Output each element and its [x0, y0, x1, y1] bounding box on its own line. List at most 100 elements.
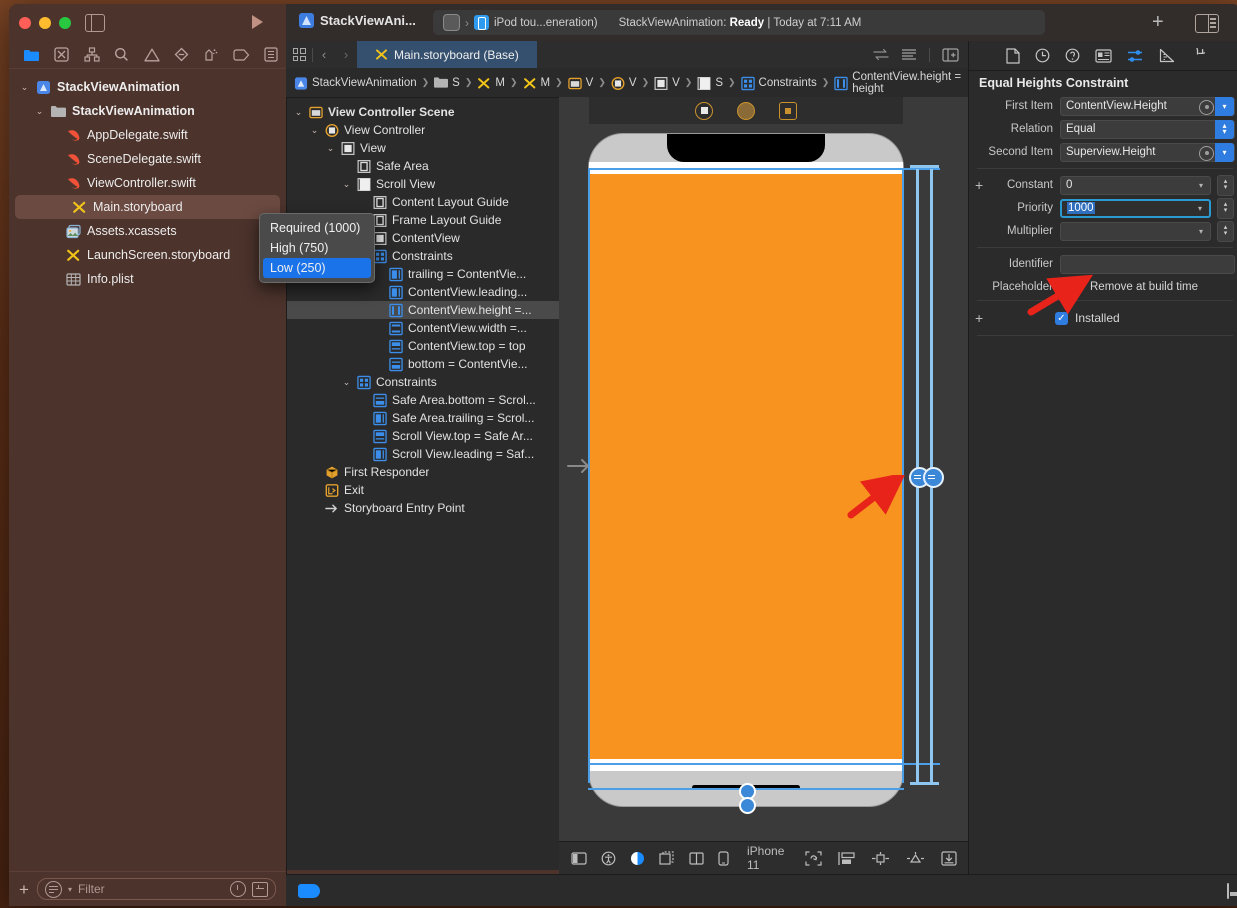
add-variation-button[interactable]: +	[975, 178, 983, 192]
navigator-tab-debug[interactable]	[196, 43, 226, 67]
resize-handle-bottom[interactable]	[739, 797, 756, 814]
breadcrumb-item-2[interactable]: M	[477, 76, 505, 90]
maximize-window-button[interactable]	[59, 17, 71, 29]
nav-item-stackviewanimation[interactable]: ⌄ StackViewAnimation	[9, 99, 286, 123]
constraint-badge-b[interactable]	[923, 467, 944, 488]
source-control-filter-icon[interactable]	[252, 881, 268, 897]
add-installed-variation-button[interactable]: +	[975, 310, 983, 326]
navigator-tab-issues[interactable]	[137, 43, 167, 67]
outline-item-safe-area[interactable]: Safe Area	[287, 157, 559, 175]
identity-inspector-icon[interactable]	[1094, 48, 1112, 63]
nav-item-main-storyboard[interactable]: Main.storyboard	[15, 195, 280, 219]
minimize-window-button[interactable]	[39, 17, 51, 29]
quick-help-inspector-icon[interactable]	[1065, 48, 1080, 63]
resolve-auto-layout-issues-icon[interactable]	[941, 850, 957, 866]
navigate-back-button[interactable]: ‹	[313, 47, 335, 62]
storyboard-canvas[interactable]: iPhone 11	[559, 97, 969, 874]
nav-item-stackviewanimation[interactable]: ⌄ StackViewAnimation	[9, 75, 286, 99]
align-icon[interactable]	[871, 851, 890, 866]
device-name-label[interactable]: iPhone 11	[747, 844, 791, 872]
add-editor-on-right-icon[interactable]	[942, 47, 959, 62]
attributes-inspector-icon[interactable]	[1127, 49, 1144, 63]
content-view-orange[interactable]	[589, 174, 903, 759]
disclosure-triangle-icon[interactable]: ⌄	[341, 179, 352, 190]
view-controller-dock-icon[interactable]	[695, 101, 713, 120]
placeholder-checkbox[interactable]	[1062, 279, 1077, 295]
outline-item-view-controller[interactable]: ⌄ View Controller	[287, 121, 559, 139]
outline-item-content-layout-guide[interactable]: Content Layout Guide	[287, 193, 559, 211]
disclosure-triangle-icon[interactable]: ⌄	[309, 125, 320, 136]
chevron-down-icon[interactable]: ▾	[1215, 142, 1234, 162]
outline-item-first-responder[interactable]: First Responder	[287, 463, 559, 481]
breadcrumb-item-4[interactable]: V	[567, 76, 593, 90]
first-item-popup[interactable]: ContentView.Height ▾	[1060, 96, 1235, 116]
device-preview-iphone-11[interactable]	[589, 134, 903, 806]
chevron-down-icon[interactable]: ▾	[1199, 227, 1203, 236]
priority-dropdown-menu[interactable]: Required (1000) High (750) Low (250)	[259, 213, 375, 283]
nav-item-launchscreen-storyboard[interactable]: LaunchScreen.storyboard	[9, 243, 286, 267]
installed-checkbox[interactable]: ✓	[1055, 311, 1068, 325]
outline-item-scroll-view-top-safe-ar-[interactable]: Scroll View.top = Safe Ar...	[287, 427, 559, 445]
second-item-detail-icon[interactable]	[1199, 145, 1214, 161]
second-item-popup[interactable]: Superview.Height ▾	[1060, 142, 1235, 162]
project-navigator-tree[interactable]: ⌄ StackViewAnimation ⌄ StackViewAnimation Ap…	[9, 69, 286, 872]
navigator-tab-source-control[interactable]	[47, 43, 77, 67]
constant-field[interactable]: 0 ▾	[1060, 175, 1211, 195]
multiplier-field[interactable]: ▾	[1060, 221, 1211, 241]
nav-item-viewcontroller-swift[interactable]: ViewController.swift	[9, 171, 286, 195]
toggle-document-outline-icon[interactable]	[571, 851, 587, 865]
accessibility-inspector-icon[interactable]	[601, 851, 616, 866]
outline-item-contentview-height-[interactable]: ContentView.height =...	[287, 301, 559, 319]
breadcrumb-item-8[interactable]: Constraints	[740, 76, 817, 90]
related-items-icon[interactable]	[873, 48, 889, 61]
activity-status-pill[interactable]: › iPod tou...eneration) StackViewAnimati…	[433, 10, 1045, 35]
priority-option-high-750-[interactable]: High (750)	[263, 238, 371, 258]
add-file-button[interactable]: +	[19, 881, 29, 898]
disclosure-triangle-icon[interactable]: ⌄	[19, 82, 30, 93]
breadcrumb-item-3[interactable]: M	[523, 76, 550, 90]
outline-item-view-controller-scene[interactable]: ⌄ View Controller Scene	[287, 103, 559, 121]
history-inspector-icon[interactable]	[1035, 48, 1050, 63]
connections-inspector-icon[interactable]	[1190, 48, 1205, 63]
priority-stepper[interactable]: ▴ ▾	[1217, 197, 1234, 219]
chevron-down-icon[interactable]: ▾	[1199, 181, 1203, 190]
disclosure-triangle-icon[interactable]: ⌄	[34, 106, 45, 117]
navigator-tab-reports[interactable]	[256, 43, 286, 67]
navigator-tab-tests[interactable]	[166, 43, 196, 67]
priority-option-low-250-[interactable]: Low (250)	[263, 258, 371, 278]
navigator-tab-breakpoints[interactable]	[226, 43, 256, 67]
outline-item-contentview-top-top[interactable]: ContentView.top = top	[287, 337, 559, 355]
close-window-button[interactable]	[19, 17, 31, 29]
outline-item-safe-area-bottom-scrol-[interactable]: Safe Area.bottom = Scrol...	[287, 391, 559, 409]
navigator-filter-field[interactable]: ▾ Filter	[36, 878, 276, 900]
outline-item-view[interactable]: ⌄ View	[287, 139, 559, 157]
nav-item-assets-xcassets[interactable]: Assets.xcassets	[9, 219, 286, 243]
multiplier-stepper[interactable]: ▴ ▾	[1217, 220, 1234, 242]
breadcrumb-item-5[interactable]: V	[611, 76, 637, 90]
scene-dock[interactable]	[589, 97, 903, 124]
breadcrumb-item-0[interactable]: StackViewAnimation	[294, 76, 417, 90]
breadcrumb-item-1[interactable]: S	[434, 76, 460, 90]
editor-tab-main-storyboard[interactable]: Main.storyboard (Base)	[357, 41, 537, 68]
device-orientation-icon[interactable]	[718, 850, 729, 866]
disclosure-triangle-icon[interactable]: ⌄	[325, 143, 336, 154]
run-button[interactable]	[252, 15, 263, 29]
first-item-detail-icon[interactable]	[1199, 99, 1214, 115]
nav-item-appdelegate-swift[interactable]: AppDelegate.swift	[9, 123, 286, 147]
file-inspector-icon[interactable]	[1005, 47, 1020, 64]
appearance-toggle-icon[interactable]	[630, 851, 645, 866]
canvas-scene-area[interactable]	[559, 97, 969, 842]
variations-icon[interactable]	[659, 851, 675, 865]
add-editor-button[interactable]: +	[1152, 12, 1164, 32]
toggle-debug-area-button[interactable]	[1227, 882, 1229, 899]
outline-item-scroll-view[interactable]: ⌄ Scroll View	[287, 175, 559, 193]
outline-item-bottom-contentvie-[interactable]: bottom = ContentVie...	[287, 355, 559, 373]
size-inspector-icon[interactable]	[1159, 48, 1175, 63]
navigator-tab-search[interactable]	[107, 43, 137, 67]
navigate-forward-button[interactable]: ›	[335, 47, 357, 62]
nav-item-info-plist[interactable]: Info.plist	[9, 267, 286, 291]
relation-popup[interactable]: Equal ▴ ▾	[1060, 119, 1235, 139]
disclosure-triangle-icon[interactable]: ⌄	[293, 107, 304, 118]
update-frames-icon[interactable]	[805, 850, 822, 866]
embed-in-icon[interactable]	[838, 851, 855, 866]
